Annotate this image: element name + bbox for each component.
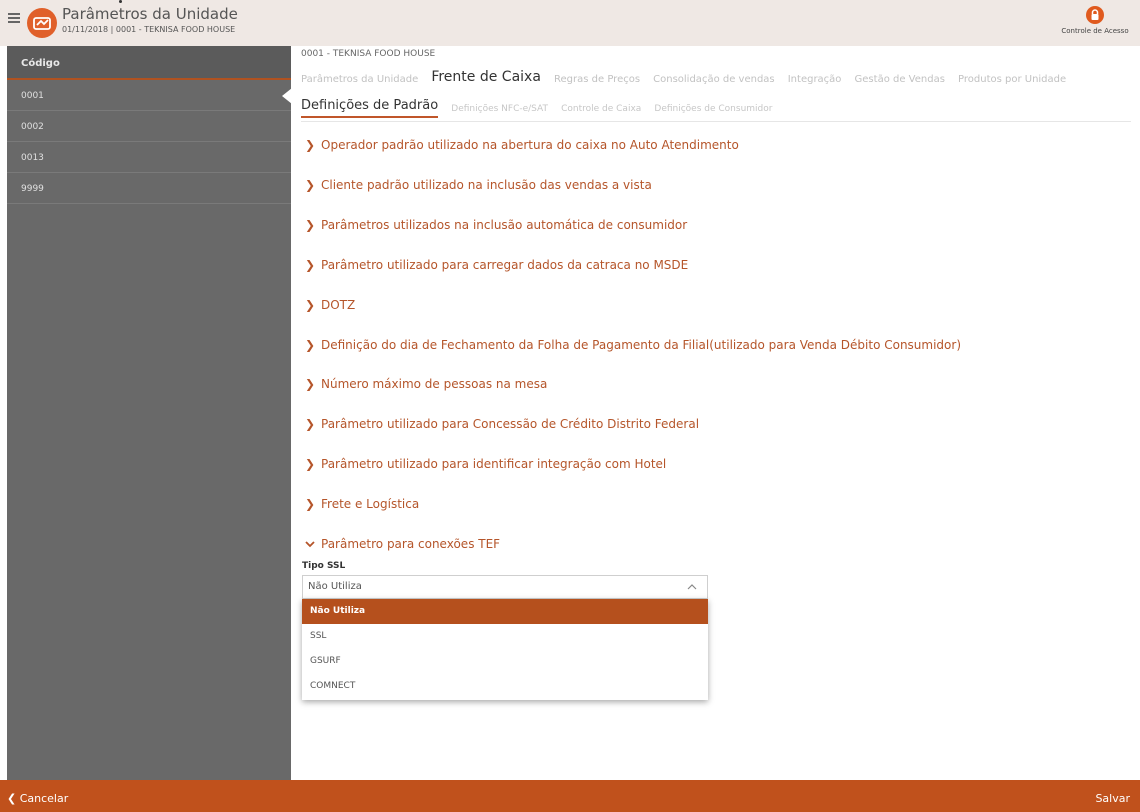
section-catraca-msde[interactable]: ❯ Parâmetro utilizado para carregar dados… xyxy=(305,258,688,278)
sidebar-item-label: 9999 xyxy=(21,184,44,194)
access-control-label: Controle de Acesso xyxy=(1061,27,1129,35)
sidebar-item-label: 0013 xyxy=(21,153,44,163)
section-integracao-hotel[interactable]: ❯ Parâmetro utilizado para identificar in… xyxy=(305,457,666,477)
tab-consolidacao-vendas[interactable]: Consolidação de vendas xyxy=(653,74,775,85)
sidebar-item-label: 0002 xyxy=(21,122,44,132)
subtab-controle-de-caixa[interactable]: Controle de Caixa xyxy=(561,104,641,118)
tab-produtos-por-unidade[interactable]: Produtos por Unidade xyxy=(958,74,1066,85)
section-label: Parâmetro utilizado para carregar dados … xyxy=(321,258,689,272)
save-button[interactable]: Salvar xyxy=(1095,792,1130,805)
section-label: Operador padrão utilizado na abertura do… xyxy=(321,138,739,152)
section-label: Definição do dia de Fechamento da Folha … xyxy=(321,338,962,352)
section-inclusao-consumidor[interactable]: ❯ Parâmetros utilizados na inclusão autom… xyxy=(305,218,687,238)
tab-integracao[interactable]: Integração xyxy=(788,74,842,85)
main-content: 0001 - TEKNISA FOOD HOUSE Parâmetros da … xyxy=(291,46,1140,780)
chevron-right-icon: ❯ xyxy=(305,338,316,352)
chevron-right-icon: ❯ xyxy=(305,218,316,232)
app-header: Parâmetros da Unidade 01/11/2018 | 0001 … xyxy=(0,0,1140,46)
tab-gestao-de-vendas[interactable]: Gestão de Vendas xyxy=(855,74,945,85)
section-frete-logistica[interactable]: ❯ Frete e Logística xyxy=(305,497,419,517)
subtab-definicoes-padrao[interactable]: Definições de Padrão xyxy=(301,98,439,118)
sidebar: Código 0001 0002 0013 9999 xyxy=(7,46,292,780)
lock-icon xyxy=(1086,6,1104,24)
section-label: Parâmetro utilizado para Concessão de Cr… xyxy=(321,417,700,431)
access-control-button[interactable]: Controle de Acesso xyxy=(1050,6,1140,44)
section-fechamento-folha[interactable]: ❯ Definição do dia de Fechamento da Folha… xyxy=(305,338,961,358)
chevron-right-icon: ❯ xyxy=(305,417,316,431)
unit-label: 0001 - TEKNISA FOOD HOUSE xyxy=(301,49,436,59)
header-dot xyxy=(119,0,122,3)
ssl-option-gsurf[interactable]: GSURF xyxy=(302,649,708,674)
ssl-option-comnect[interactable]: COMNECT xyxy=(302,674,708,699)
tab-parametros-unidade[interactable]: Parâmetros da Unidade xyxy=(301,74,418,85)
section-label: Parâmetros utilizados na inclusão automá… xyxy=(321,218,688,232)
section-label: Cliente padrão utilizado na inclusão das… xyxy=(321,178,652,192)
section-label: Frete e Logística xyxy=(321,497,420,511)
section-label: Parâmetro utilizado para identificar int… xyxy=(321,457,667,471)
chevron-right-icon: ❯ xyxy=(305,178,316,192)
chevron-right-icon: ❯ xyxy=(305,258,316,272)
sidebar-item-0013[interactable]: 0013 xyxy=(7,142,291,173)
tab-regras-de-precos[interactable]: Regras de Preços xyxy=(554,74,640,85)
section-cliente-padrao[interactable]: ❯ Cliente padrão utilizado na inclusão da… xyxy=(305,178,652,198)
section-max-pessoas-mesa[interactable]: ❯ Número máximo de pessoas na mesa xyxy=(305,377,547,397)
page-title: Parâmetros da Unidade xyxy=(62,5,238,23)
sidebar-item-0002[interactable]: 0002 xyxy=(7,111,291,142)
section-conexoes-tef[interactable]: Parâmetro para conexões TEF xyxy=(305,537,500,557)
main-tabs: Parâmetros da Unidade Frente de Caixa Re… xyxy=(301,66,1140,88)
chevron-right-icon: ❯ xyxy=(305,298,316,312)
ssl-type-select[interactable]: Não Utiliza xyxy=(302,575,708,599)
app-logo-icon xyxy=(27,8,57,38)
sidebar-item-0001[interactable]: 0001 xyxy=(7,80,292,111)
subtab-definicoes-nfce-sat[interactable]: Definições NFC-e/SAT xyxy=(451,104,548,118)
tab-frente-de-caixa[interactable]: Frente de Caixa xyxy=(431,69,541,85)
ssl-option-nao-utiliza[interactable]: Não Utiliza xyxy=(302,599,708,624)
chevron-right-icon: ❯ xyxy=(305,497,316,511)
section-dotz[interactable]: ❯ DOTZ xyxy=(305,298,355,318)
chevron-right-icon: ❯ xyxy=(305,457,316,471)
footer-bar: ❮ Cancelar Salvar xyxy=(0,780,1140,812)
chevron-left-icon: ❮ xyxy=(7,792,17,805)
chevron-up-icon xyxy=(687,584,697,590)
chevron-right-icon: ❯ xyxy=(305,377,316,391)
section-label: Número máximo de pessoas na mesa xyxy=(321,377,548,391)
sidebar-item-9999[interactable]: 9999 xyxy=(7,173,291,204)
section-label: Parâmetro para conexões TEF xyxy=(321,537,501,551)
chevron-right-icon: ❯ xyxy=(305,138,316,152)
cancel-label: Cancelar xyxy=(19,792,69,805)
ssl-type-label: Tipo SSL xyxy=(302,561,346,571)
section-label: DOTZ xyxy=(321,298,356,312)
chevron-down-icon xyxy=(305,537,321,551)
section-operador-padrao[interactable]: ❯ Operador padrão utilizado na abertura d… xyxy=(305,138,739,158)
sidebar-column-header: Código xyxy=(7,46,291,80)
subtab-definicoes-consumidor[interactable]: Definições de Consumidor xyxy=(654,104,772,118)
sidebar-item-label: 0001 xyxy=(21,91,44,101)
hamburger-icon[interactable] xyxy=(8,11,22,25)
page-subtitle: 01/11/2018 | 0001 - TEKNISA FOOD HOUSE xyxy=(62,25,236,34)
ssl-type-value: Não Utiliza xyxy=(308,581,362,592)
section-credito-df[interactable]: ❯ Parâmetro utilizado para Concessão de C… xyxy=(305,417,699,437)
sub-tabs: Definições de Padrão Definições NFC-e/SA… xyxy=(301,98,1131,122)
ssl-options-dropdown: Não Utiliza SSL GSURF COMNECT xyxy=(302,599,708,700)
ssl-option-ssl[interactable]: SSL xyxy=(302,624,708,649)
cancel-button[interactable]: ❮ Cancelar xyxy=(7,792,68,805)
